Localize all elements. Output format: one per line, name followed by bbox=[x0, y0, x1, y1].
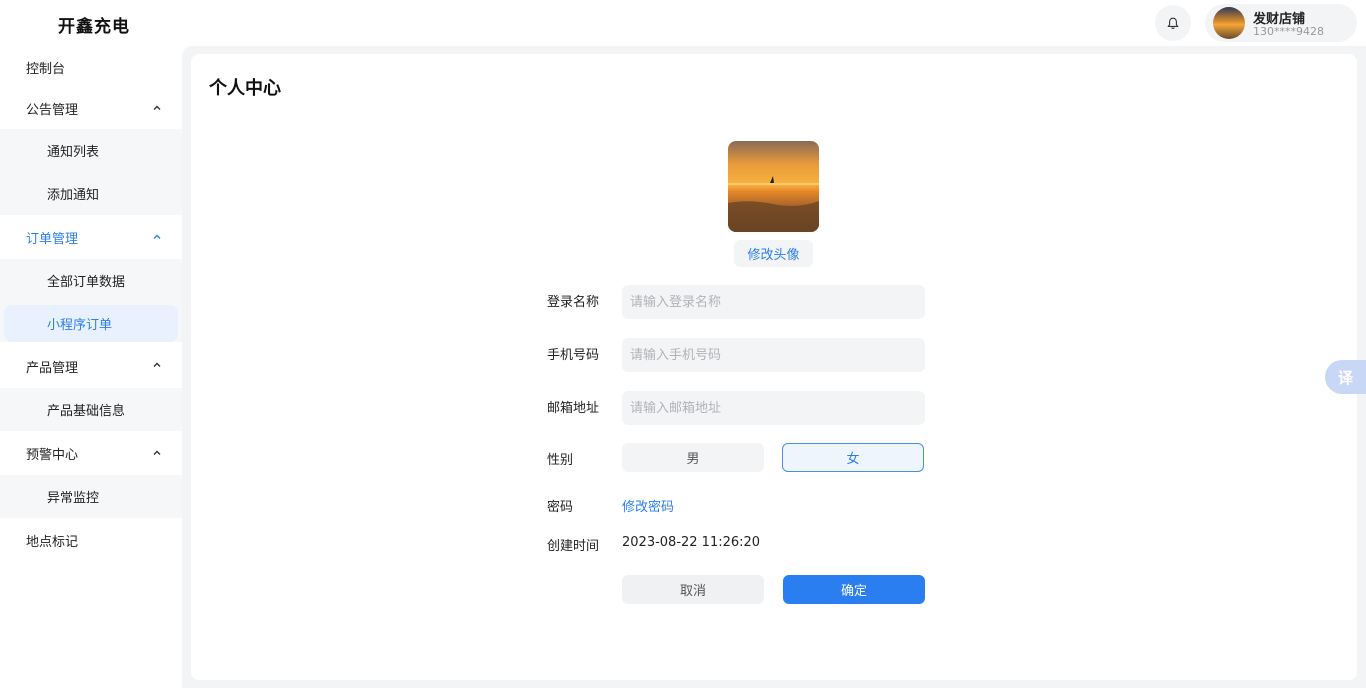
sidebar-item-label: 预警中心 bbox=[26, 447, 79, 463]
login-name-label: 登录名称 bbox=[547, 295, 600, 310]
phone-label: 手机号码 bbox=[547, 348, 600, 363]
user-phone: 130****9428 bbox=[1253, 25, 1324, 38]
created-time-label: 创建时间 bbox=[547, 539, 600, 554]
sidebar-item-location-marks[interactable]: 地点标记 bbox=[0, 518, 182, 562]
sidebar-item-label: 产品管理 bbox=[26, 361, 79, 376]
sidebar-item-notice-list[interactable]: 通知列表 bbox=[4, 129, 178, 172]
sidebar-item-anomaly-monitor[interactable]: 异常监控 bbox=[4, 475, 178, 518]
sidebar-item-product-info[interactable]: 产品基础信息 bbox=[4, 388, 178, 431]
app-title: 开鑫充电 bbox=[58, 17, 130, 37]
sidebar-item-label: 公告管理 bbox=[26, 103, 79, 118]
sidebar-item-label: 添加通知 bbox=[47, 188, 100, 203]
page-title: 个人中心 bbox=[209, 78, 281, 99]
submenu-alerts: 异常监控 bbox=[0, 475, 182, 518]
login-name-input[interactable] bbox=[622, 285, 925, 319]
top-header: 开鑫充电 发财店铺 130****9428 bbox=[0, 0, 1366, 46]
gender-male-option[interactable]: 男 bbox=[622, 443, 764, 472]
translate-button[interactable]: 译 bbox=[1325, 360, 1366, 394]
chevron-up-icon bbox=[153, 362, 161, 367]
gender-label: 性别 bbox=[547, 453, 574, 468]
sidebar-item-label: 订单管理 bbox=[26, 231, 79, 247]
sidebar-item-label: 异常监控 bbox=[47, 491, 100, 506]
email-label: 邮箱地址 bbox=[547, 401, 600, 416]
submenu-products: 产品基础信息 bbox=[0, 388, 182, 431]
change-avatar-button[interactable]: 修改头像 bbox=[734, 240, 813, 267]
chevron-up-icon bbox=[153, 234, 161, 239]
sidebar-item-label: 产品基础信息 bbox=[47, 404, 126, 419]
avatar-image bbox=[728, 141, 819, 232]
sidebar-item-all-orders[interactable]: 全部订单数据 bbox=[4, 259, 178, 302]
created-time-value: 2023-08-22 11:26:20 bbox=[622, 535, 761, 550]
sidebar-item-label: 控制台 bbox=[26, 61, 66, 77]
sidebar-item-orders[interactable]: 订单管理 bbox=[0, 215, 182, 259]
profile-avatar[interactable] bbox=[728, 141, 819, 232]
sidebar-item-label: 小程序订单 bbox=[47, 318, 113, 333]
sidebar-item-announcements[interactable]: 公告管理 bbox=[0, 88, 182, 129]
sidebar-item-alerts[interactable]: 预警中心 bbox=[0, 431, 182, 475]
email-input[interactable] bbox=[622, 391, 925, 425]
chevron-up-icon bbox=[153, 450, 161, 455]
sidebar-item-add-notice[interactable]: 添加通知 bbox=[4, 172, 178, 215]
phone-input[interactable] bbox=[622, 338, 925, 372]
sidebar-item-miniprogram-orders[interactable]: 小程序订单 bbox=[4, 305, 178, 342]
cancel-button[interactable]: 取消 bbox=[622, 575, 764, 604]
profile-card: 个人中心 修改头像 登录名称 手机号码 邮箱地址 性别 男 bbox=[191, 54, 1357, 680]
avatar bbox=[1213, 7, 1245, 39]
chevron-up-icon bbox=[153, 105, 161, 110]
gender-female-option[interactable]: 女 bbox=[782, 443, 924, 472]
confirm-button[interactable]: 确定 bbox=[783, 575, 925, 604]
sidebar: 控制台 公告管理 通知列表 添加通知 订单管理 全部订单数据 小程序订单 产品管… bbox=[0, 46, 182, 688]
translate-icon: 译 bbox=[1337, 368, 1353, 387]
user-menu[interactable]: 发财店铺 130****9428 bbox=[1205, 4, 1357, 42]
sidebar-item-label: 地点标记 bbox=[26, 534, 79, 550]
password-label: 密码 bbox=[547, 500, 574, 515]
sidebar-item-dashboard[interactable]: 控制台 bbox=[0, 46, 182, 88]
submenu-orders: 全部订单数据 小程序订单 bbox=[0, 259, 182, 342]
notification-button[interactable] bbox=[1155, 5, 1191, 41]
change-password-link[interactable]: 修改密码 bbox=[622, 496, 674, 515]
sidebar-item-label: 全部订单数据 bbox=[47, 275, 126, 290]
bell-icon bbox=[1167, 17, 1179, 29]
sidebar-item-products[interactable]: 产品管理 bbox=[0, 345, 182, 388]
sidebar-item-label: 通知列表 bbox=[47, 145, 100, 160]
submenu-announcements: 通知列表 添加通知 bbox=[0, 129, 182, 215]
